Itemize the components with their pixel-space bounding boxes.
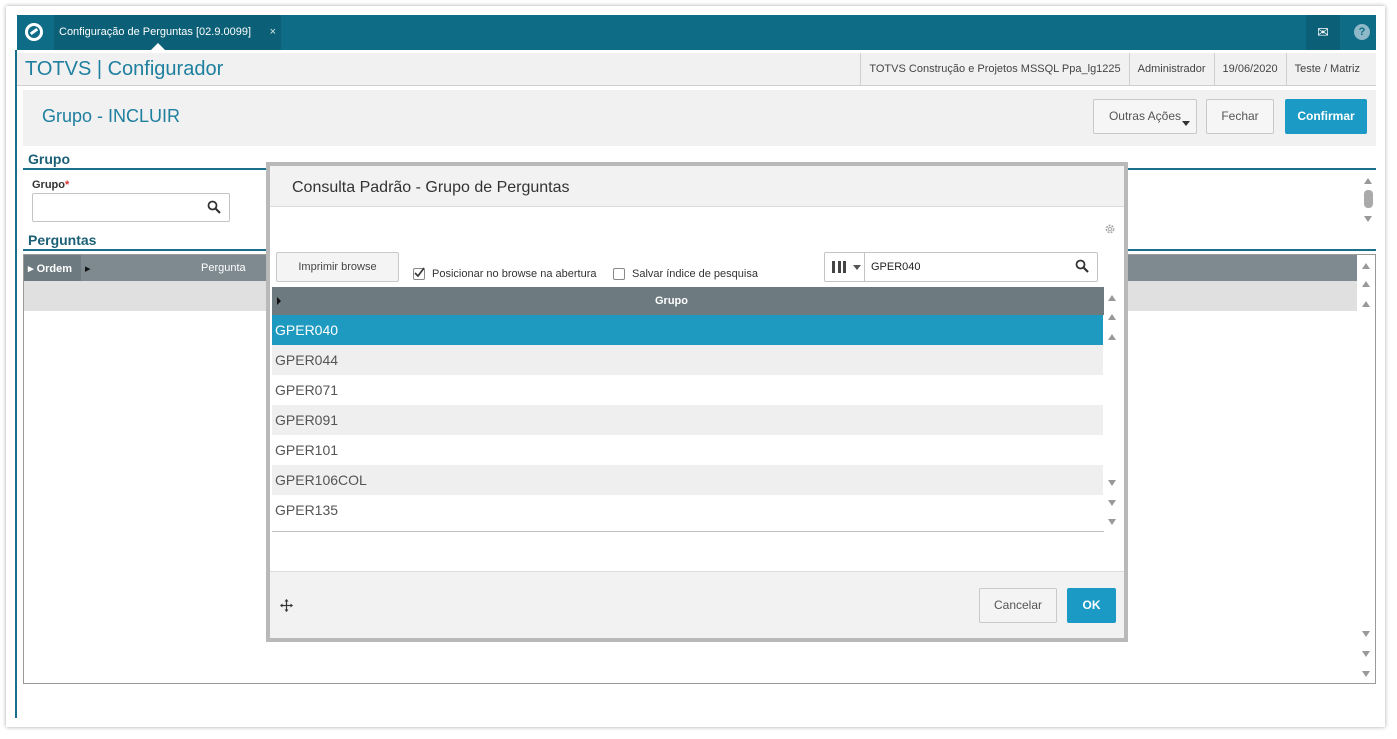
left-border-rule — [15, 50, 17, 718]
list-item[interactable]: GPER106COL — [272, 465, 1103, 495]
salvar-indice-checkbox[interactable] — [613, 268, 625, 280]
search-icon[interactable] — [207, 200, 221, 214]
cancelar-button[interactable]: Cancelar — [979, 588, 1057, 623]
scroll-bottom-icon[interactable] — [1362, 671, 1370, 677]
search-value[interactable]: GPER040 — [871, 261, 921, 273]
help-icon[interactable]: ? — [1354, 24, 1370, 40]
scroll-thumb[interactable] — [1364, 190, 1373, 208]
scroll-up-icon[interactable] — [1108, 295, 1116, 301]
page-title: Grupo - INCLUIR — [42, 106, 181, 126]
search-icon[interactable] — [1075, 259, 1089, 273]
scroll-down-icon[interactable] — [1362, 631, 1370, 637]
grupo-list[interactable]: Grupo GPER040 GPER044 GPER071 GPER091 GP… — [272, 287, 1104, 532]
grupo-input[interactable] — [32, 193, 230, 222]
list-item[interactable]: GPER044 — [272, 345, 1103, 375]
scroll-page-down-icon[interactable] — [1362, 651, 1370, 657]
tab-label: Configuração de Perguntas [02.9.0099] — [59, 26, 252, 38]
list-scrollbar[interactable] — [1104, 287, 1122, 532]
col-sort-icon — [277, 297, 281, 305]
grid-col-ordem[interactable]: ▸ Ordem — [28, 262, 72, 275]
gear-icon[interactable] — [1104, 223, 1116, 235]
dialog-footer: Cancelar OK — [270, 571, 1124, 638]
top-tab-bar: Configuração de Perguntas [02.9.0099] × … — [17, 15, 1376, 50]
outras-acoes-label: Outras Ações — [1108, 109, 1182, 123]
section-title-grupo: Grupo — [28, 151, 70, 167]
col-sort-icon: ▸ — [85, 263, 91, 275]
col-label: Ordem — [36, 263, 73, 275]
date-label: 19/06/2020 — [1213, 53, 1286, 86]
user-label: Administrador — [1128, 53, 1214, 86]
list-item[interactable]: GPER040 — [272, 315, 1103, 345]
list-item[interactable]: GPER135 — [272, 495, 1103, 525]
grid-scrollbar[interactable] — [1358, 255, 1376, 683]
posicionar-label[interactable]: Posicionar no browse na abertura — [432, 268, 596, 280]
scroll-page-up-icon[interactable] — [1108, 314, 1116, 320]
grupo-label-text: Grupo — [32, 179, 65, 191]
scroll-page-down-icon[interactable] — [1108, 500, 1116, 506]
columns-selector[interactable] — [825, 253, 865, 281]
branch-label: Teste / Matriz — [1285, 53, 1368, 86]
dialog-title: Consulta Padrão - Grupo de Perguntas — [292, 179, 570, 196]
mail-icon[interactable]: ✉ — [1306, 15, 1340, 50]
app-header: TOTVS | Configurador TOTVS Construção e … — [17, 53, 1376, 86]
chevron-down-icon — [1182, 121, 1190, 126]
scroll-down-icon[interactable] — [1108, 480, 1116, 486]
list-item[interactable]: GPER091 — [272, 405, 1103, 435]
list-header[interactable]: Grupo — [272, 287, 1104, 315]
consulta-padrao-dialog: Consulta Padrão - Grupo de Perguntas Imp… — [266, 162, 1128, 642]
required-marker: * — [65, 179, 70, 191]
col-label: Pergunta — [201, 262, 246, 274]
ok-button[interactable]: OK — [1067, 588, 1116, 623]
move-icon[interactable] — [280, 599, 293, 612]
scroll-top-icon[interactable] — [1362, 301, 1370, 307]
salvar-indice-label[interactable]: Salvar índice de pesquisa — [632, 268, 758, 280]
list-item[interactable]: GPER101 — [272, 435, 1103, 465]
scroll-up-icon[interactable] — [1362, 263, 1370, 269]
header-info: TOTVS Construção e Projetos MSSQL Ppa_lg… — [860, 53, 1368, 86]
totvs-logo-icon[interactable] — [25, 23, 43, 41]
fechar-button[interactable]: Fechar — [1206, 99, 1274, 134]
scroll-bottom-icon[interactable] — [1108, 519, 1116, 525]
app-title: TOTVS | Configurador — [25, 58, 224, 80]
environment-label: TOTVS Construção e Projetos MSSQL Ppa_lg… — [860, 53, 1128, 86]
search-input[interactable]: GPER040 — [824, 252, 1098, 282]
form-scrollbar[interactable] — [1360, 174, 1378, 226]
scroll-top-icon[interactable] — [1108, 334, 1116, 340]
dialog-header: Consulta Padrão - Grupo de Perguntas — [270, 166, 1124, 207]
check-icon — [414, 267, 425, 278]
tab-active-notch — [151, 43, 165, 50]
tab-configuracao-perguntas[interactable]: Configuração de Perguntas [02.9.0099] × — [54, 15, 281, 50]
scroll-down-icon[interactable] — [1364, 216, 1372, 222]
columns-icon — [832, 261, 846, 273]
scroll-page-up-icon[interactable] — [1362, 281, 1370, 287]
page-header: Grupo - INCLUIR Outras Ações Fechar Conf… — [23, 90, 1376, 146]
list-item[interactable]: GPER071 — [272, 375, 1103, 405]
outras-acoes-button[interactable]: Outras Ações — [1093, 99, 1197, 134]
confirmar-button[interactable]: Confirmar — [1285, 99, 1367, 134]
tab-close-icon[interactable]: × — [270, 15, 276, 50]
posicionar-checkbox[interactable] — [413, 267, 425, 280]
list-col-grupo: Grupo — [655, 295, 688, 307]
section-title-perguntas: Perguntas — [28, 232, 97, 248]
grupo-field-label: Grupo* — [32, 179, 69, 191]
chevron-down-icon — [853, 265, 861, 270]
scroll-up-icon[interactable] — [1364, 178, 1372, 184]
imprimir-browse-button[interactable]: Imprimir browse — [276, 252, 399, 282]
